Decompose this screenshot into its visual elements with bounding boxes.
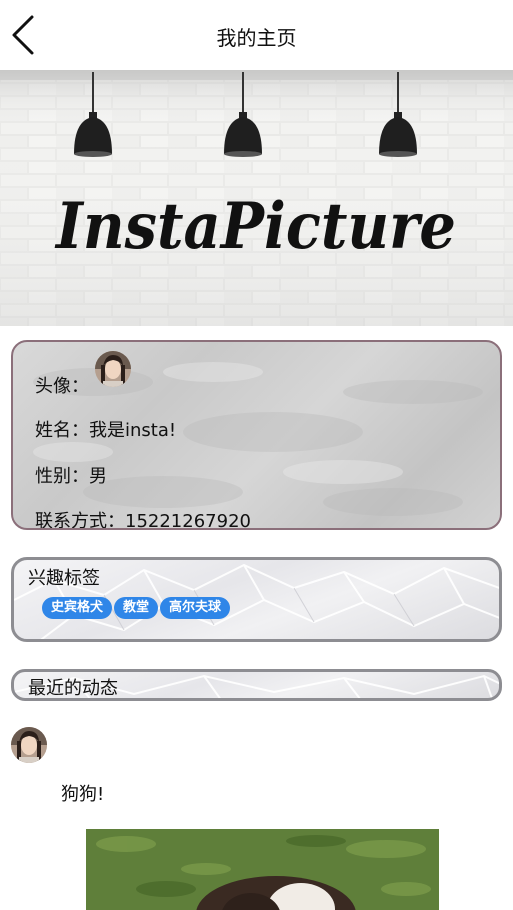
gender-value: 男 xyxy=(89,466,107,487)
post-avatar[interactable] xyxy=(11,727,47,763)
recent-moments-title: 最近的动态 xyxy=(28,678,118,699)
page-title: 我的主页 xyxy=(216,26,297,50)
post-image[interactable] xyxy=(86,829,439,910)
avatar[interactable] xyxy=(95,351,131,387)
avatar-row: 头像： xyxy=(35,372,89,398)
interest-tags-card: 兴趣标签 史宾格犬 教堂 高尔夫球 xyxy=(11,557,502,642)
interest-tags-title: 兴趣标签 xyxy=(28,568,100,589)
name-label: 姓名： xyxy=(35,420,89,441)
gender-label: 性别： xyxy=(35,466,89,487)
nav-bar: 我的主页 xyxy=(0,0,513,70)
tag-chip[interactable]: 高尔夫球 xyxy=(160,597,231,619)
gender-row: 性别：男 xyxy=(35,462,107,488)
contact-row: 联系方式：15221267920 xyxy=(35,507,251,530)
name-value: 我是insta! xyxy=(89,420,177,441)
tag-chip[interactable]: 史宾格犬 xyxy=(42,597,113,619)
tag-chip[interactable]: 教堂 xyxy=(114,597,159,619)
post-text: 狗狗! xyxy=(61,784,105,805)
contact-label: 联系方式： xyxy=(35,511,125,530)
banner-logo-text: InstaPicture xyxy=(54,189,456,264)
avatar-label: 头像： xyxy=(35,376,89,397)
profile-card: 头像： 姓名：我是insta! 性别：男 联系方式：15221267920 xyxy=(11,340,502,530)
name-row: 姓名：我是insta! xyxy=(35,416,176,442)
recent-moments-card: 最近的动态 xyxy=(11,669,502,701)
contact-value: 15221267920 xyxy=(125,511,251,530)
banner-image: InstaPicture xyxy=(0,70,513,326)
tag-list: 史宾格犬 教堂 高尔夫球 xyxy=(42,597,231,619)
